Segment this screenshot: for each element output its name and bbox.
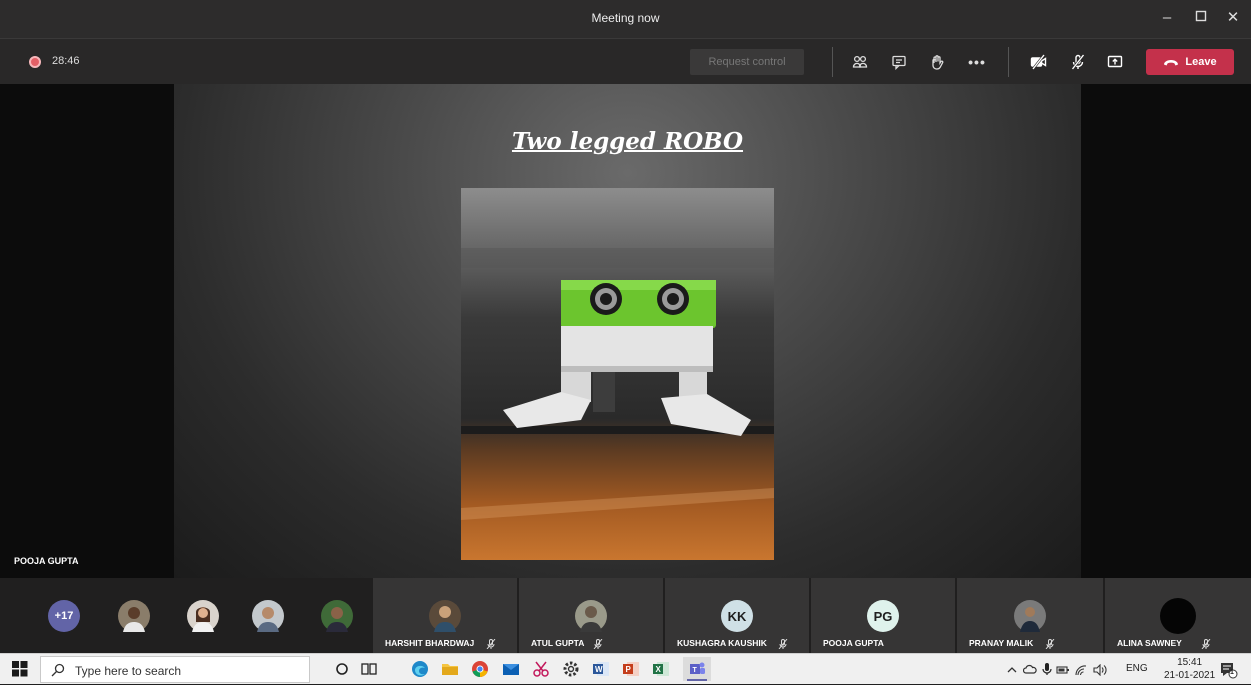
phone-hangup-icon bbox=[1164, 60, 1179, 66]
participant-tile[interactable]: PRANAY MALIK bbox=[957, 578, 1103, 653]
participant-avatar bbox=[1160, 598, 1196, 634]
shared-content-stage: Two legged ROBO POOJA GUPTA bbox=[0, 84, 1251, 578]
search-icon bbox=[51, 663, 65, 677]
mic-off-icon bbox=[1045, 639, 1055, 649]
battery-icon[interactable] bbox=[1056, 663, 1070, 675]
participant-avatar bbox=[429, 600, 461, 632]
windows-taskbar: Type here to search W P X T ENG 15:41 21… bbox=[0, 653, 1251, 684]
participant-avatar bbox=[1014, 600, 1046, 632]
task-view-icon[interactable] bbox=[359, 659, 379, 679]
recording-icon bbox=[29, 56, 41, 68]
more-participants-badge[interactable]: +17 bbox=[48, 600, 80, 632]
participant-tile[interactable]: KK KUSHAGRA KAUSHIK bbox=[665, 578, 809, 653]
window-title: Meeting now bbox=[591, 11, 660, 25]
cloud-icon[interactable] bbox=[1022, 663, 1037, 675]
notification-center-icon[interactable]: 1 bbox=[1218, 660, 1238, 680]
svg-text:W: W bbox=[595, 665, 603, 674]
clock-time: 15:41 bbox=[1177, 657, 1203, 668]
clock[interactable]: 15:41 21-01-2021 bbox=[1164, 656, 1215, 682]
close-icon[interactable]: ✕ bbox=[1218, 7, 1248, 29]
leave-label: Leave bbox=[1185, 56, 1217, 68]
windows-start-icon[interactable] bbox=[12, 661, 28, 677]
meeting-timer: 28:46 bbox=[52, 55, 80, 67]
more-options-icon[interactable]: ••• bbox=[965, 50, 989, 74]
svg-text:T: T bbox=[693, 667, 698, 674]
participant-avatar[interactable] bbox=[118, 600, 150, 632]
participant-name: PRANAY MALIK bbox=[969, 638, 1034, 648]
participant-name: KUSHAGRA KAUSHIK bbox=[677, 638, 767, 648]
participant-initials-avatar: KK bbox=[721, 600, 753, 632]
mic-off-icon[interactable] bbox=[1066, 50, 1090, 74]
cortana-icon[interactable] bbox=[332, 659, 352, 679]
participant-avatar[interactable] bbox=[187, 600, 219, 632]
minimize-icon[interactable]: – bbox=[1152, 7, 1182, 29]
slide-title: Two legged ROBO bbox=[511, 128, 744, 155]
chat-icon[interactable] bbox=[887, 50, 911, 74]
participants-icon[interactable] bbox=[848, 50, 872, 74]
maximize-icon[interactable] bbox=[1186, 7, 1216, 29]
participant-name: ALINA SAWNEY bbox=[1117, 638, 1182, 648]
participant-tile[interactable]: PG POOJA GUPTA bbox=[811, 578, 955, 653]
participant-name: ATUL GUPTA bbox=[531, 638, 585, 648]
mic-off-icon bbox=[778, 639, 788, 649]
mic-off-icon bbox=[593, 639, 603, 649]
leave-button[interactable]: Leave bbox=[1146, 49, 1234, 75]
participant-tile[interactable]: ALINA SAWNEY bbox=[1105, 578, 1251, 653]
taskbar-search-input[interactable]: Type here to search bbox=[40, 656, 310, 683]
participant-tile[interactable]: ATUL GUPTA bbox=[519, 578, 663, 653]
participant-avatar[interactable] bbox=[321, 600, 353, 632]
raise-hand-icon[interactable] bbox=[925, 50, 949, 74]
wifi-icon[interactable] bbox=[1074, 663, 1088, 676]
microphone-tray-icon[interactable] bbox=[1042, 662, 1052, 676]
participant-name: HARSHIT BHARDWAJ bbox=[385, 638, 475, 648]
svg-text:P: P bbox=[626, 665, 632, 674]
language-indicator[interactable]: ENG bbox=[1126, 663, 1148, 674]
chrome-icon[interactable] bbox=[470, 659, 490, 679]
volume-icon[interactable] bbox=[1092, 663, 1108, 677]
notification-count: 1 bbox=[1230, 669, 1234, 676]
word-icon[interactable]: W bbox=[591, 659, 611, 679]
mail-icon[interactable] bbox=[501, 659, 521, 679]
mic-off-icon bbox=[1201, 639, 1211, 649]
participants-strip: +17 HARSHIT BHARDWAJ ATUL GUPTA KK KUSHA… bbox=[0, 578, 1251, 653]
clock-date: 21-01-2021 bbox=[1164, 670, 1216, 681]
teams-icon[interactable]: T bbox=[683, 657, 711, 681]
request-control-button[interactable]: Request control bbox=[690, 49, 804, 75]
participant-avatar bbox=[575, 600, 607, 632]
camera-off-icon[interactable] bbox=[1027, 50, 1051, 74]
powerpoint-icon[interactable]: P bbox=[621, 659, 641, 679]
excel-icon[interactable]: X bbox=[651, 659, 671, 679]
window-titlebar: Meeting now – ✕ bbox=[0, 0, 1251, 38]
snipping-tool-icon[interactable] bbox=[531, 659, 551, 679]
svg-text:X: X bbox=[656, 665, 662, 674]
participant-initials-avatar: PG bbox=[867, 600, 899, 632]
search-placeholder: Type here to search bbox=[75, 664, 182, 678]
active-app-indicator bbox=[687, 679, 707, 681]
share-screen-icon[interactable] bbox=[1103, 50, 1127, 74]
file-explorer-icon[interactable] bbox=[440, 659, 460, 679]
mic-off-icon bbox=[486, 639, 496, 649]
toolbar-divider bbox=[1008, 47, 1009, 77]
participant-tile[interactable]: HARSHIT BHARDWAJ bbox=[373, 578, 517, 653]
participant-name: POOJA GUPTA bbox=[823, 638, 884, 648]
toolbar-divider bbox=[832, 47, 833, 77]
participant-avatar[interactable] bbox=[252, 600, 284, 632]
chevron-up-icon[interactable] bbox=[1006, 663, 1018, 675]
meeting-toolbar: 28:46 Request control ••• Leave bbox=[0, 38, 1251, 84]
presenter-name: POOJA GUPTA bbox=[14, 556, 79, 566]
presentation-slide: Two legged ROBO bbox=[174, 84, 1081, 578]
robot-photo bbox=[461, 188, 774, 560]
edge-icon[interactable] bbox=[410, 659, 430, 679]
settings-gear-icon[interactable] bbox=[561, 659, 581, 679]
